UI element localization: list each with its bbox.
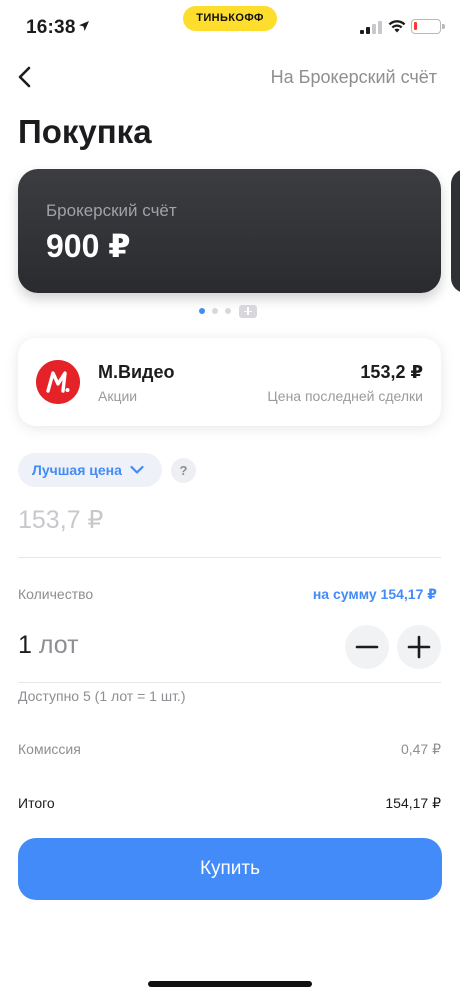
quantity-sum-toggle[interactable]: на сумму 154,17 ₽ <box>313 586 437 603</box>
account-balance: 900 ₽ <box>46 228 131 264</box>
instrument-price-label: Цена последней сделки <box>267 388 423 404</box>
battery-level <box>414 22 417 30</box>
pager-dot-active <box>199 308 205 314</box>
pager-dot <box>225 308 231 314</box>
commission-value: 0,47 ₽ <box>400 741 441 757</box>
back-chevron-icon[interactable] <box>12 62 42 92</box>
add-account-icon[interactable] <box>239 304 257 318</box>
total-value: 154,17 ₽ <box>385 795 441 811</box>
price-type-dropdown[interactable]: Лучшая цена <box>18 453 162 487</box>
location-arrow-icon <box>79 21 89 31</box>
signal-icon <box>360 21 382 34</box>
battery-icon <box>411 19 445 34</box>
to-brokerage-account-link[interactable]: На Брокерский счёт <box>271 67 437 88</box>
total-label: Итого <box>18 795 55 811</box>
status-time: 16:38 <box>26 17 76 38</box>
carousel-pager <box>199 304 257 318</box>
account-name: Брокерский счёт <box>46 201 177 220</box>
brand-badge: ТИНЬКОФФ <box>183 6 277 31</box>
quantity-number: 1 <box>18 631 32 659</box>
account-card[interactable]: Брокерский счёт 900 ₽ <box>18 169 441 293</box>
decrease-quantity-button[interactable] <box>345 625 389 669</box>
next-account-card[interactable] <box>451 169 460 293</box>
price-input[interactable]: 153,7 ₽ <box>18 505 103 535</box>
buy-button[interactable]: Купить <box>18 838 442 900</box>
chevron-down-icon <box>130 465 144 474</box>
divider <box>18 557 441 558</box>
quantity-unit: лот <box>38 631 79 659</box>
status-bar: 16:38 ТИНЬКОФФ <box>0 0 460 56</box>
instrument-name: М.Видео <box>98 362 175 382</box>
home-indicator[interactable] <box>148 981 312 987</box>
plus-icon <box>407 635 431 659</box>
instrument-price: 153,2 ₽ <box>360 362 423 382</box>
instrument-type: Акции <box>98 388 138 404</box>
mvideo-logo <box>36 360 80 404</box>
pager-dot <box>212 308 218 314</box>
quantity-input[interactable]: 1 лот <box>18 631 79 660</box>
increase-quantity-button[interactable] <box>397 625 441 669</box>
price-type-label: Лучшая цена <box>32 462 122 478</box>
minus-icon <box>355 645 379 649</box>
quantity-label: Количество <box>18 586 94 602</box>
available-lots: Доступно 5 (1 лот = 1 шт.) <box>18 688 186 704</box>
instrument-card[interactable]: М.Видео Акции 153,2 ₽ Цена последней сде… <box>18 338 441 426</box>
commission-label: Комиссия <box>18 741 81 757</box>
wifi-icon <box>388 20 406 33</box>
divider <box>18 682 441 683</box>
page-title: Покупка <box>18 113 152 150</box>
help-button[interactable]: ? <box>171 458 196 483</box>
